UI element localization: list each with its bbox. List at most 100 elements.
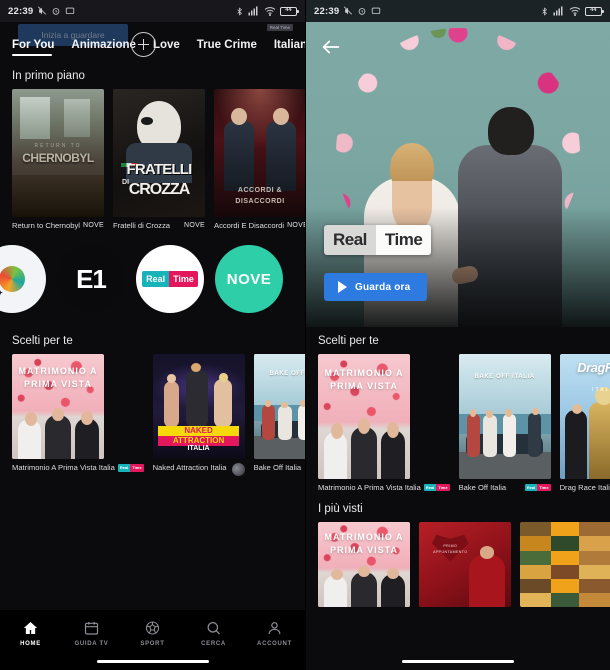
poster-title: MATRIMONIO A PRIMA VISTA — [18, 365, 98, 390]
section-in-primo-piano: In primo piano RETURN TO CHERNOBYL Retur… — [0, 62, 305, 233]
poster-decor — [20, 97, 50, 139]
battery-icon: 44 — [585, 6, 604, 16]
poster-title: MATRIMONIO A PRIMA VISTA — [324, 531, 404, 556]
poster-title: BAKE OFF ITALIA — [474, 373, 535, 380]
card-bake-off-italia[interactable]: BAKE OFF ITALIA Bake Off Italia RealTime — [458, 354, 551, 493]
poster-title: PRIMO APPUNTAMENTO — [433, 544, 468, 555]
card-accordi-e-disaccordi[interactable]: ACCORDI & DISACCORDI Accordi E Disaccord… — [214, 89, 305, 231]
card-matrimonio-a-prima-vista[interactable]: MATRIMONIO A PRIMA VISTA — [318, 522, 410, 608]
tab-italiani[interactable]: Italiani — [274, 39, 305, 56]
channel-e1[interactable]: E1 — [57, 245, 125, 314]
card-primo-appuntamento[interactable]: PRIMO APPUNTAMENTO — [419, 522, 511, 608]
badge-real-time: Real Time — [524, 484, 551, 492]
wifi-icon — [569, 7, 581, 16]
poster-image: FRATELLI DI CROZZA — [113, 89, 206, 217]
status-bar-left-group: 22:39 — [314, 6, 381, 17]
poster-decor — [253, 354, 305, 412]
real-time-logo: Real Time — [142, 271, 198, 288]
card-drag-race-italia[interactable]: DragRace ITALIA Drag Race Italia RealTim… — [559, 354, 610, 493]
channel-nove[interactable]: NOVE — [215, 245, 283, 314]
card-caption: Bake Off Italia RealTime — [254, 463, 305, 473]
nav-label: HOME — [20, 641, 41, 647]
section-scelti-per-te-right: Scelti per te MATRIMONIO A PRIMA VISTA M… — [306, 327, 610, 495]
watch-now-label: Guarda ora — [355, 281, 411, 293]
poster-decor — [214, 379, 232, 428]
status-time: 22:39 — [314, 5, 340, 17]
message-icon — [66, 7, 75, 14]
poster-decor — [358, 565, 371, 577]
card-fratelli-di-crozza[interactable]: FRATELLI DI CROZZA Fratelli di Crozza NO… — [113, 89, 206, 231]
poster-decor — [218, 373, 229, 382]
channel-real-time[interactable]: Real Time — [136, 245, 204, 314]
home-icon — [23, 622, 38, 634]
poster-title: MATRIMONIO A PRIMA VISTA — [324, 367, 404, 392]
wifi-icon — [264, 7, 276, 16]
poster-decor — [468, 546, 506, 608]
poster-decor — [351, 426, 377, 479]
poster-decor — [387, 421, 399, 438]
hero-channel-logo: Real Time — [324, 225, 432, 255]
card-matrimonio-a-prima-vista[interactable]: MATRIMONIO A PRIMA VISTA Matrimonio A Pr… — [12, 354, 144, 476]
carousel-scelti-per-te-left[interactable]: MATRIMONIO A PRIMA VISTA Matrimonio A Pr… — [12, 354, 305, 477]
poster-line-3: ITALIA — [187, 445, 210, 453]
card-bake-off-italia[interactable]: BAKE OFF ITALIA Bake Off Italia RealTime — [253, 354, 305, 476]
tab-love[interactable]: Love — [153, 39, 180, 56]
bottom-navigation-bar: HOME GUIDA TV SPORT CERCA ACCOUNT — [0, 610, 305, 670]
tab-animazione[interactable]: Animazione — [71, 39, 136, 56]
dual-screenshot-stage: 22:39 44 Inizia a guardare For You Anima… — [0, 0, 610, 670]
poster-image: MATRIMONIO A PRIMA VISTA — [318, 354, 410, 479]
channel-label-b: Time — [169, 271, 198, 288]
poster-subtitle: ITALIA — [592, 386, 610, 393]
channel-label: ery+ — [0, 290, 3, 298]
poster-decor — [163, 380, 180, 428]
poster-subtitle: CROZZA — [128, 181, 191, 198]
poster-image: PRIMO APPUNTAMENTO — [419, 522, 511, 608]
cellular-signal-icon — [248, 6, 258, 16]
card-viaggi[interactable] — [520, 522, 610, 608]
poster-decor — [261, 404, 275, 441]
badge-nove: NOVE — [287, 222, 305, 229]
tab-true-crime[interactable]: True Crime — [197, 39, 257, 56]
card-naked-attraction[interactable]: NAKED ATTRACTION ITALIA Naked Attraction… — [152, 354, 245, 477]
section-title: Scelti per te — [318, 335, 379, 347]
nav-item-guida-tv[interactable]: GUIDA TV — [61, 620, 122, 647]
nav-item-cerca[interactable]: CERCA — [183, 620, 244, 647]
card-caption: Accordi E Disaccordi NOVE — [214, 221, 305, 231]
tab-love-label: Love — [152, 39, 180, 51]
status-time: 22:39 — [8, 5, 34, 17]
nav-item-account[interactable]: ACCOUNT — [244, 620, 305, 647]
nav-item-home[interactable]: HOME — [0, 620, 61, 647]
tab-for-you-label: For You — [12, 39, 55, 51]
add-button[interactable] — [131, 32, 156, 57]
poster-decor — [466, 414, 480, 457]
carousel-i-piu-visti[interactable]: MATRIMONIO A PRIMA VISTA PRIMO APPUNTAME… — [318, 522, 610, 608]
nav-item-sport[interactable]: SPORT — [122, 620, 183, 647]
card-caption: Bake Off Italia RealTime — [459, 483, 551, 493]
card-matrimonio-a-prima-vista[interactable]: MATRIMONIO A PRIMA VISTA Matrimonio A Pr… — [318, 354, 450, 493]
cellular-signal-icon — [553, 6, 563, 16]
nav-label: ACCOUNT — [257, 641, 292, 647]
back-arrow-icon[interactable] — [320, 36, 342, 58]
channel-logo-row[interactable]: ery+ E1 Real Time NOVE — [0, 233, 305, 327]
left-screen: 22:39 44 Inizia a guardare For You Anima… — [0, 0, 305, 670]
poster-decor — [330, 569, 343, 581]
watch-now-button[interactable]: Guarda ora — [324, 273, 428, 301]
poster-decor — [505, 409, 512, 417]
carousel-in-primo-piano[interactable]: RETURN TO CHERNOBYL Return to Chernobyl … — [12, 89, 305, 231]
card-title: Drag Race Italia — [559, 483, 610, 492]
poster-image: DragRace ITALIA — [559, 354, 610, 479]
tab-true-crime-label: True Crime — [196, 39, 257, 51]
poster-decor — [278, 405, 293, 441]
soccer-ball-icon — [145, 621, 160, 635]
card-caption: Fratelli di Crozza NOVE — [113, 221, 205, 231]
card-return-to-chernobyl[interactable]: RETURN TO CHERNOBYL Return to Chernobyl … — [12, 89, 104, 231]
carousel-scelti-per-te-right[interactable]: MATRIMONIO A PRIMA VISTA Matrimonio A Pr… — [318, 354, 610, 493]
channel-label: NOVE — [226, 270, 272, 288]
card-caption: Matrimonio A Prima Vista Italia Real Time — [12, 463, 144, 473]
poster-decor — [502, 414, 516, 457]
badge-real-time: Real Time — [117, 464, 144, 472]
tab-for-you[interactable]: For You — [12, 39, 54, 56]
channel-discovery-plus[interactable]: ery+ — [0, 245, 46, 314]
card-title: Bake Off Italia — [458, 483, 507, 492]
section-title: Scelti per te — [12, 335, 73, 348]
